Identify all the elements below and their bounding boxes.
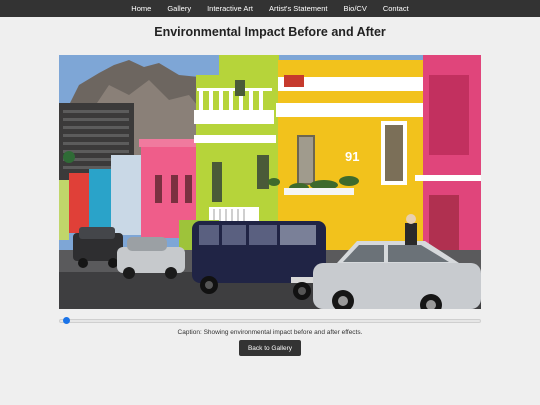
nav-link-interactive-art[interactable]: Interactive Art xyxy=(199,0,261,17)
nav-link-home[interactable]: Home xyxy=(123,0,159,17)
house-number: 91 xyxy=(345,149,359,164)
back-to-gallery-button[interactable]: Back to Gallery xyxy=(239,340,301,356)
street-photo: 91 xyxy=(59,55,481,309)
image-caption: Caption: Showing environmental impact be… xyxy=(177,329,363,336)
before-after-slider[interactable] xyxy=(59,316,481,326)
before-after-image[interactable]: 91 xyxy=(59,55,481,309)
page-title: Environmental Impact Before and After xyxy=(154,25,386,39)
nav-link-gallery[interactable]: Gallery xyxy=(159,0,199,17)
slider-track[interactable] xyxy=(59,319,481,323)
nav-link-contact[interactable]: Contact xyxy=(375,0,417,17)
top-navbar: Home Gallery Interactive Art Artist's St… xyxy=(0,0,540,17)
nav-link-artists-statement[interactable]: Artist's Statement xyxy=(261,0,336,17)
nav-link-bio-cv[interactable]: Bio/CV xyxy=(335,0,374,17)
